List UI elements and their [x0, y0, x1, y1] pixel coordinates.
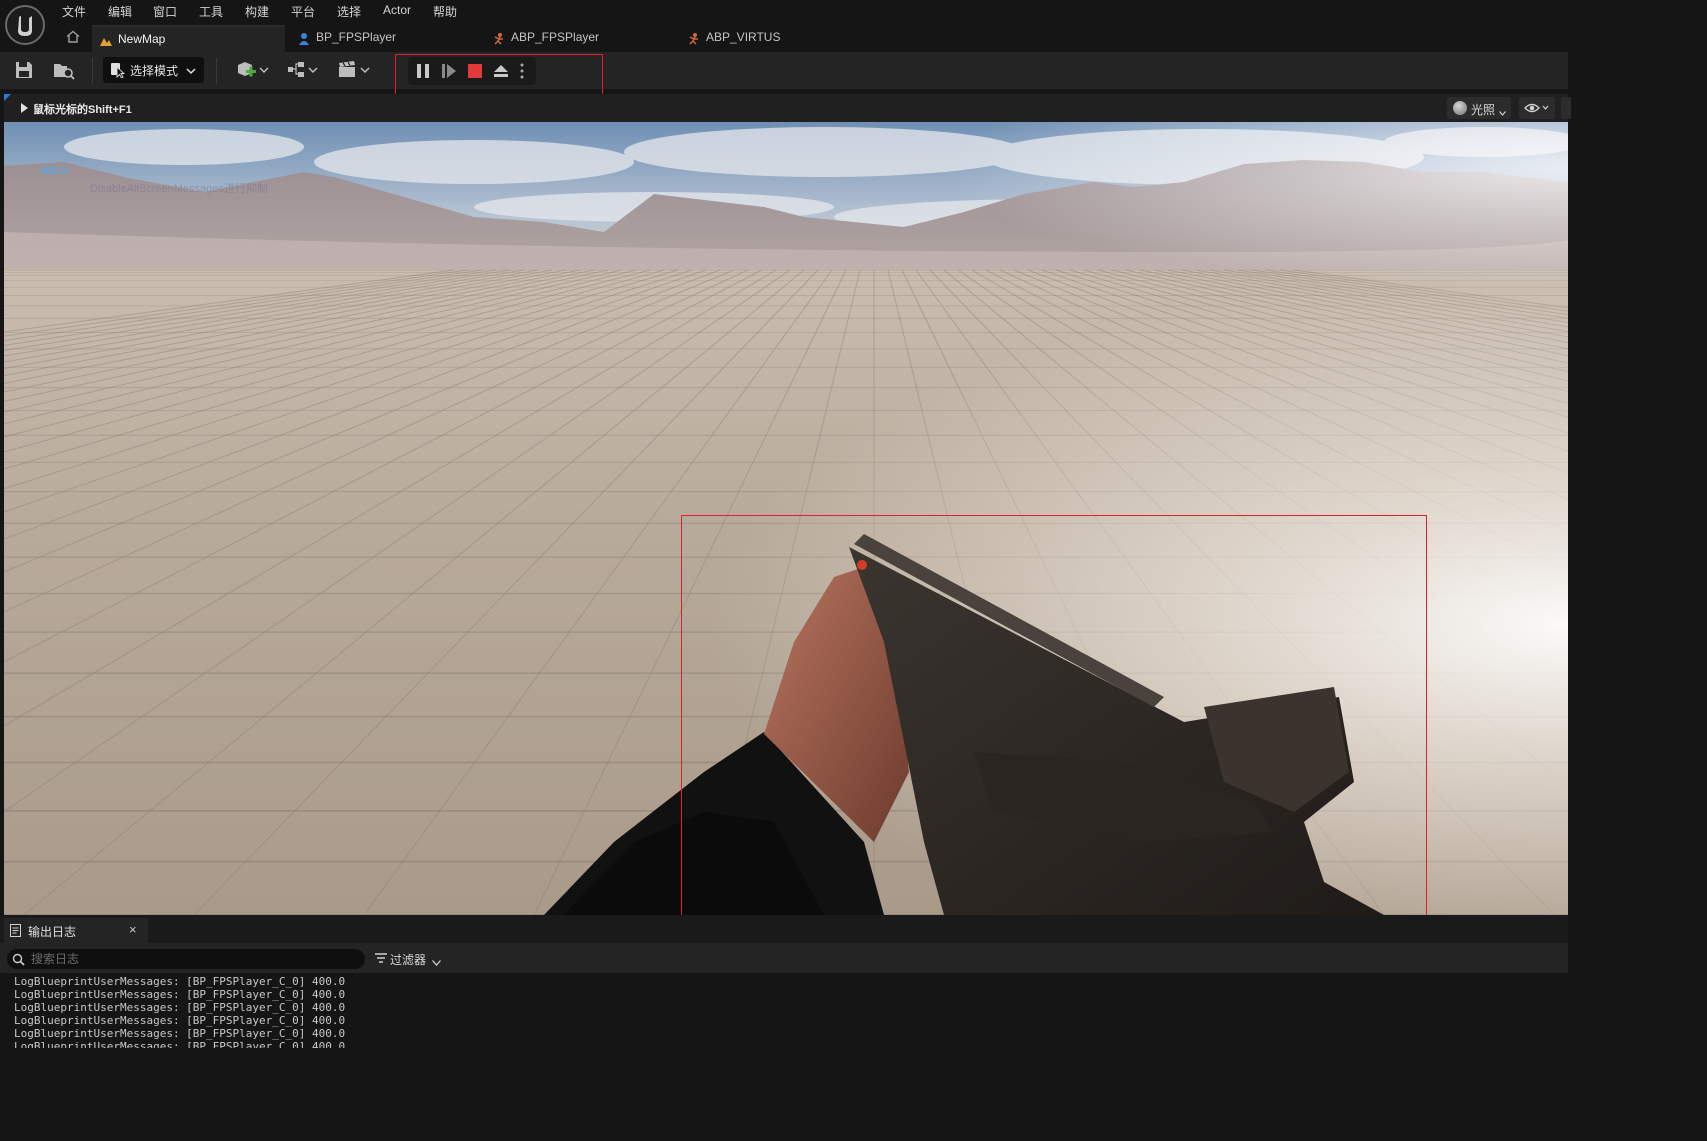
animation-blueprint-icon	[687, 30, 701, 45]
play-arrow-icon	[20, 102, 28, 116]
tab-abp-virtus[interactable]: ABP_VIRTUS	[680, 25, 870, 52]
more-options-icon[interactable]	[518, 62, 536, 80]
save-icon[interactable]	[14, 60, 34, 80]
show-flags-button[interactable]	[1519, 97, 1555, 119]
menu-actor[interactable]: Actor	[383, 3, 411, 17]
blueprint-character-icon	[297, 30, 311, 45]
output-log-panel: 过滤器 LogBlueprintUserMessages: [BP_FPSPla…	[0, 943, 1568, 1048]
log-line: LogBlueprintUserMessages: [BP_FPSPlayer_…	[14, 975, 346, 988]
animation-blueprint-icon	[492, 30, 506, 45]
select-mode-label: 选择模式	[130, 64, 179, 78]
tab-label: BP_FPSPlayer	[316, 30, 397, 44]
tab-newmap[interactable]: NewMap	[92, 25, 285, 52]
menu-bar: 文件 编辑 窗口 工具 构建 平台 选择 Actor 帮助	[0, 0, 1568, 22]
tab-bp-fpsplayer[interactable]: BP_FPSPlayer	[290, 25, 480, 52]
log-document-icon	[10, 924, 21, 937]
viewport-options-button[interactable]	[1561, 97, 1571, 119]
select-mode-dropdown[interactable]: 选择模式	[103, 57, 204, 83]
mouse-release-hint: 鼠标光标的Shift+F1	[33, 104, 132, 116]
close-icon[interactable]: ×	[129, 922, 137, 937]
tab-label: ABP_VIRTUS	[706, 30, 781, 44]
menu-platform[interactable]: 平台	[291, 3, 315, 20]
log-line: LogBlueprintUserMessages: [BP_FPSPlayer_…	[14, 988, 346, 1001]
menu-select[interactable]: 选择	[337, 3, 361, 20]
toolbar-divider	[92, 58, 93, 84]
filter-dropdown[interactable]: 过滤器	[375, 950, 445, 968]
main-toolbar: 选择模式	[0, 52, 1568, 89]
search-icon	[12, 953, 25, 966]
unreal-logo-icon[interactable]	[5, 5, 45, 45]
lit-sphere-icon	[1453, 101, 1467, 115]
chevron-down-icon	[186, 64, 196, 78]
debug-screen-message: DisableAllScreenMessages进行抑制	[90, 183, 268, 195]
log-output-area[interactable]: LogBlueprintUserMessages: [BP_FPSPlayer_…	[0, 973, 1568, 1048]
view-mode-lighting-button[interactable]: 光照	[1447, 97, 1511, 119]
document-tab-bar: NewMap BP_FPSPlayer ABP_FPSPlayer ABP_VI…	[0, 22, 1568, 52]
eject-icon[interactable]	[492, 62, 510, 80]
toolbar-divider	[216, 58, 217, 84]
tab-abp-fpsplayer[interactable]: ABP_FPSPlayer	[485, 25, 675, 52]
filter-label: 过滤器	[390, 953, 427, 967]
cinematics-button[interactable]	[337, 59, 373, 81]
menu-build[interactable]: 构建	[245, 3, 269, 20]
debug-print-value: 400.0	[40, 165, 68, 177]
stop-icon[interactable]	[466, 62, 484, 80]
level-viewport[interactable]: 400.0 DisableAllScreenMessages进行抑制	[4, 122, 1568, 915]
chevron-down-icon	[1499, 105, 1506, 119]
frame-advance-icon[interactable]	[440, 62, 458, 80]
filter-icon	[375, 953, 387, 963]
viewport-scene	[4, 122, 1568, 915]
menu-help[interactable]: 帮助	[433, 3, 457, 20]
lighting-label: 光照	[1471, 103, 1496, 117]
pause-icon[interactable]	[414, 62, 432, 80]
chevron-down-icon	[432, 955, 441, 969]
viewport-toolbar: 鼠标光标的Shift+F1 光照	[4, 94, 1571, 122]
tab-output-log[interactable]: 输出日志 ×	[4, 918, 148, 943]
eye-icon	[1524, 103, 1549, 113]
play-controls	[408, 57, 536, 85]
select-cursor-icon	[110, 62, 126, 79]
log-line: LogBlueprintUserMessages: [BP_FPSPlayer_…	[14, 1014, 346, 1027]
menu-edit[interactable]: 编辑	[108, 3, 132, 20]
viewport-active-marker	[4, 94, 11, 101]
output-log-tab-bar: 输出日志 ×	[0, 915, 1568, 943]
blueprint-menu-button[interactable]	[286, 59, 322, 81]
content-browser-icon[interactable]	[53, 60, 75, 80]
log-line: LogBlueprintUserMessages: [BP_FPSPlayer_…	[14, 1027, 346, 1040]
tab-label: ABP_FPSPlayer	[511, 30, 600, 44]
add-actor-button[interactable]	[235, 59, 271, 81]
menu-tools[interactable]: 工具	[199, 3, 223, 20]
search-input[interactable]	[31, 951, 351, 967]
log-line: LogBlueprintUserMessages: [BP_FPSPlayer_…	[14, 1040, 346, 1048]
output-log-label: 输出日志	[28, 925, 77, 939]
menu-file[interactable]: 文件	[62, 3, 86, 20]
tab-label: NewMap	[118, 32, 166, 46]
home-icon[interactable]	[64, 28, 82, 46]
log-search-box[interactable]	[7, 949, 365, 969]
level-icon	[99, 32, 113, 46]
log-line: LogBlueprintUserMessages: [BP_FPSPlayer_…	[14, 1001, 346, 1014]
menu-window[interactable]: 窗口	[153, 3, 177, 20]
